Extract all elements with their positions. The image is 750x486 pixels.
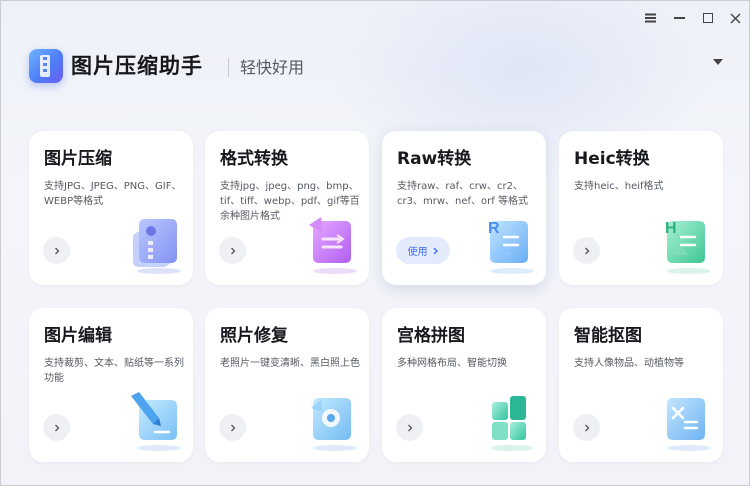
card-title: 图片编辑	[44, 326, 112, 346]
card-desc: 支持heic、heif格式	[574, 181, 664, 192]
card-title: 宫格拼图	[397, 326, 465, 346]
maximize-icon[interactable]	[697, 8, 719, 28]
svg-text:H: H	[665, 220, 677, 237]
heic-convert-icon: H	[665, 220, 711, 274]
card-desc: 支持raw、raf、crw、cr2、cr3、mrw、nef、orf 等格式	[397, 181, 528, 207]
card-raw-convert[interactable]: Raw转换 支持raw、raf、crw、cr2、cr3、mrw、nef、orf …	[382, 131, 546, 285]
use-button-label: 使用	[407, 247, 428, 258]
card-smart-cutout[interactable]: 智能抠图 支持人像物品、动植物等	[559, 308, 723, 462]
open-arrow-button[interactable]	[396, 414, 423, 441]
close-icon[interactable]	[724, 8, 746, 28]
card-image-edit[interactable]: 图片编辑 支持裁剪、文本、贴纸等一系列功能	[29, 308, 193, 462]
grid-puzzle-icon	[490, 396, 534, 451]
photo-repair-icon	[311, 398, 357, 451]
card-desc: 支持JPG、JPEG、PNG、GIF、WEBP等格式	[44, 181, 182, 207]
app-logo-icon	[29, 49, 63, 83]
card-desc: 支持人像物品、动植物等	[574, 358, 684, 369]
open-arrow-button[interactable]	[573, 414, 600, 441]
app-window: 图片压缩助手 轻快好用 图片压缩 支持JPG、JPEG、PNG、GIF、WEBP…	[0, 0, 750, 486]
card-title: 图片压缩	[44, 149, 112, 169]
card-desc: 支持裁剪、文本、贴纸等一系列功能	[44, 358, 184, 384]
open-arrow-button[interactable]	[573, 237, 600, 264]
svg-text:R: R	[488, 220, 500, 237]
card-desc: 老照片一键变清晰、黑白照上色	[220, 358, 360, 369]
menu-icon[interactable]	[639, 8, 661, 28]
raw-convert-icon: R	[488, 220, 534, 274]
open-arrow-button[interactable]	[219, 237, 246, 264]
open-arrow-button[interactable]	[43, 414, 70, 441]
use-button[interactable]: 使用	[396, 237, 450, 264]
card-title: Raw转换	[397, 149, 472, 169]
card-title: Heic转换	[574, 149, 650, 169]
app-title: 图片压缩助手	[71, 54, 203, 78]
card-title: 格式转换	[220, 149, 288, 169]
card-format-convert[interactable]: 格式转换 支持jpg、jpeg、png、bmp、tif、tiff、webp、pd…	[205, 131, 369, 285]
card-title: 智能抠图	[574, 326, 642, 346]
smart-cutout-icon	[667, 398, 711, 451]
card-grid-puzzle[interactable]: 宫格拼图 多种网格布局、智能切换	[382, 308, 546, 462]
app-slogan: 轻快好用	[240, 58, 305, 77]
convert-format-icon	[309, 217, 357, 274]
card-heic-convert[interactable]: Heic转换 支持heic、heif格式 H	[559, 131, 723, 285]
compress-file-icon	[133, 219, 181, 274]
card-image-compress[interactable]: 图片压缩 支持JPG、JPEG、PNG、GIF、WEBP等格式	[29, 131, 193, 285]
card-photo-repair[interactable]: 照片修复 老照片一键变清晰、黑白照上色	[205, 308, 369, 462]
open-arrow-button[interactable]	[43, 237, 70, 264]
card-desc: 多种网格布局、智能切换	[397, 358, 507, 369]
dropdown-icon[interactable]	[712, 58, 724, 66]
card-title: 照片修复	[220, 326, 288, 346]
title-divider	[228, 58, 229, 77]
minimize-icon[interactable]	[668, 8, 690, 28]
open-arrow-button[interactable]	[219, 414, 246, 441]
edit-pen-icon	[131, 392, 181, 451]
chevron-right-icon	[433, 247, 438, 254]
